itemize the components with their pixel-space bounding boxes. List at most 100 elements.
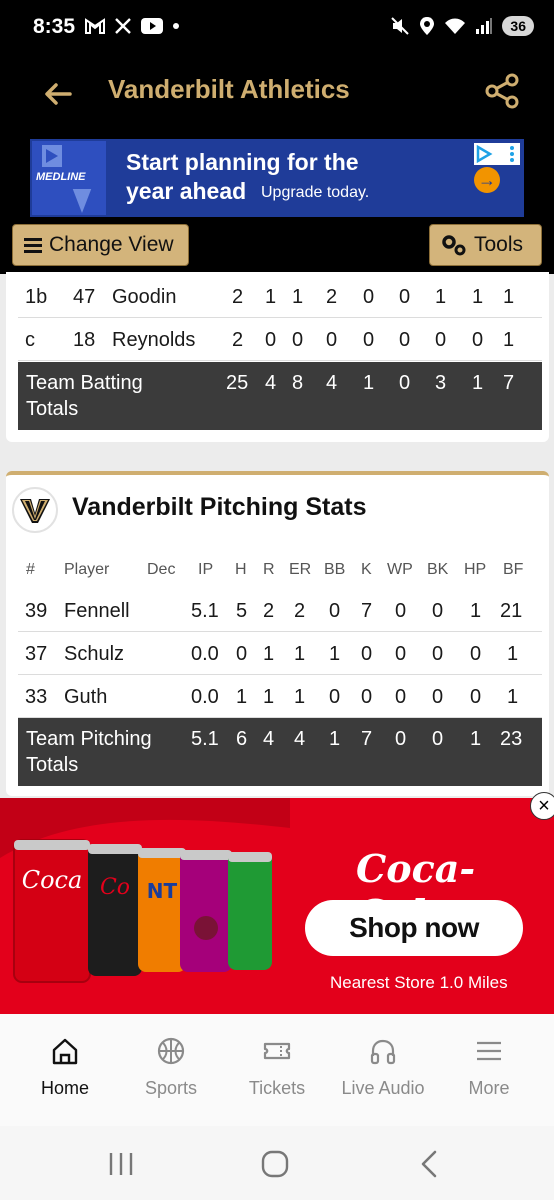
pitching-totals-row: Team Pitching Totals 5.1 6 4 4 1 7 0 0 1… (18, 718, 542, 786)
stat-cell: 7 (361, 728, 373, 750)
menu-icon (24, 238, 42, 253)
player-name[interactable]: Reynolds (112, 329, 195, 352)
status-bar: 8:35 36 (0, 0, 554, 56)
dot-icon (173, 23, 179, 29)
home-button-icon[interactable] (261, 1150, 289, 1178)
table-header: # Player Dec IP H R ER BB K WP BK HP BF (18, 553, 542, 591)
stat-cell: 0 (432, 686, 444, 708)
totals-label: Team Batting Totals (26, 372, 143, 420)
col-header: BF (503, 561, 524, 578)
position: 1b (25, 286, 48, 308)
col-header: Player (64, 561, 110, 578)
table-row: c 18 Reynolds 2 0 0 0 0 0 0 0 1 (18, 318, 542, 361)
notification-icons (85, 18, 179, 34)
system-nav-bar (0, 1126, 554, 1200)
player-name[interactable]: Goodin (112, 286, 177, 309)
vanderbilt-logo (12, 487, 58, 533)
col-header: ER (289, 561, 312, 578)
nav-home-label: Home (40, 1078, 89, 1098)
svg-text:NT: NT (147, 879, 178, 903)
nav-more-label: More (468, 1078, 510, 1098)
page-title: Vanderbilt Athletics (108, 74, 350, 104)
back-button[interactable] (40, 74, 80, 114)
stat-cell: 1 (472, 372, 484, 394)
back-nav-icon[interactable] (418, 1150, 442, 1178)
location-icon (420, 17, 435, 35)
stat-cell: 0.0 (191, 686, 219, 708)
medline-logo: MEDLINE (32, 141, 106, 215)
stat-cell: 4 (263, 728, 275, 750)
jersey-number: 37 (25, 643, 48, 665)
shop-now-button[interactable]: Shop now (305, 900, 523, 956)
gears-icon (442, 235, 466, 256)
wifi-icon (445, 18, 466, 34)
nav-sports-label: Sports (144, 1078, 198, 1098)
stat-cell: 2 (294, 600, 306, 622)
stat-cell: 2 (232, 286, 244, 308)
medline-ad[interactable]: MEDLINE Start planning for the year ahea… (30, 139, 524, 217)
stat-cell: 1 (263, 643, 275, 665)
batting-stats-card: 1b 47 Goodin 2 1 1 2 0 0 1 1 1 c 18 Reyn… (6, 272, 549, 442)
app-header: Vanderbilt Athletics (0, 56, 554, 134)
recent-apps-icon[interactable] (106, 1150, 136, 1178)
ad-close-button[interactable]: × (530, 792, 554, 820)
change-view-button[interactable]: Change View (12, 224, 189, 266)
ad-subline: Upgrade today. (261, 184, 370, 201)
nav-more[interactable]: More (434, 1036, 544, 1099)
stat-cell: 0 (432, 728, 444, 750)
stat-cell: 1 (470, 600, 482, 622)
stat-cell: 1 (329, 728, 341, 750)
jersey-number: 39 (25, 600, 48, 622)
stat-cell: 0 (435, 329, 447, 351)
table-row: 39 Fennell 5.1 5 2 2 0 7 0 0 1 21 (18, 589, 542, 632)
stat-cell: 0 (470, 643, 482, 665)
adchoices-icon[interactable] (474, 143, 520, 165)
table-row: 33 Guth 0.0 1 1 1 0 0 0 0 0 1 (18, 675, 542, 718)
stat-cell: 1 (435, 286, 447, 308)
col-header: R (263, 561, 275, 578)
youtube-icon (141, 18, 163, 34)
arrow-left-icon (45, 83, 72, 105)
nav-live-audio[interactable]: Live Audio (328, 1036, 438, 1099)
stat-cell: 1 (294, 643, 306, 665)
nav-tickets[interactable]: Tickets (222, 1036, 332, 1099)
x-icon (115, 18, 131, 34)
stat-cell: 1 (472, 286, 484, 308)
share-button[interactable] (482, 71, 522, 111)
stat-cell: 7 (361, 600, 373, 622)
batting-totals-row: Team Batting Totals 25 4 8 4 1 0 3 1 7 (18, 362, 542, 430)
col-header: # (26, 561, 35, 578)
tools-button[interactable]: Tools (429, 224, 542, 266)
coca-cola-ad[interactable]: Coca Co NT Coca-Cola Shop now Nearest St… (0, 798, 554, 1014)
stat-cell: 0 (329, 686, 341, 708)
table-row: 1b 47 Goodin 2 1 1 2 0 0 1 1 1 (18, 275, 542, 318)
stat-cell: 2 (232, 329, 244, 351)
change-view-label: Change View (49, 233, 174, 256)
stat-cell: 1 (503, 329, 515, 351)
stat-cell: 0 (432, 643, 444, 665)
stat-cell: 1 (329, 643, 341, 665)
stat-cell: 0 (395, 600, 407, 622)
stat-cell: 4 (265, 372, 277, 394)
stat-cell: 0 (395, 686, 407, 708)
stat-cell: 0 (361, 643, 373, 665)
nav-sports[interactable]: Sports (116, 1036, 226, 1099)
col-header: Dec (147, 561, 176, 578)
stat-cell: 5.1 (191, 600, 219, 622)
col-header: K (361, 561, 372, 578)
home-icon (52, 1038, 78, 1065)
stat-cell: 0 (472, 329, 484, 351)
stat-cell: 21 (500, 600, 523, 622)
stat-cell: 0 (363, 329, 375, 351)
col-header: BB (324, 561, 346, 578)
stat-cell: 8 (292, 372, 304, 394)
stat-cell: 0 (326, 329, 338, 351)
ad-arrow-icon[interactable]: → (474, 167, 500, 193)
nav-home[interactable]: Home (10, 1036, 120, 1099)
player-name[interactable]: Schulz (64, 643, 124, 666)
player-name[interactable]: Guth (64, 686, 107, 709)
gmail-icon (85, 18, 105, 34)
stat-cell: 1 (507, 643, 519, 665)
player-name[interactable]: Fennell (64, 600, 130, 623)
stat-cell: 1 (503, 286, 515, 308)
